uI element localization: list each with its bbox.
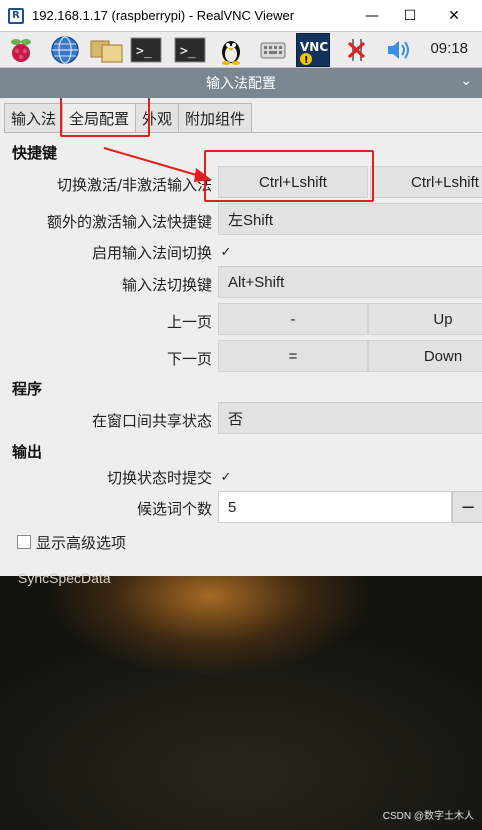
next-page-hotkey-2[interactable]: Down — [368, 340, 482, 372]
enable-im-switch-label: 启用输入法间切换 — [91, 244, 212, 262]
chevron-down-icon[interactable]: ⌄ — [460, 73, 472, 89]
desktop-text: SyncSpecData — [18, 570, 111, 586]
extra-hotkey-label: 额外的激活输入法快捷键 — [46, 213, 212, 231]
linux-penguin-icon[interactable] — [216, 35, 246, 65]
keyboard-icon[interactable] — [258, 35, 288, 65]
candidate-count-label: 候选词个数 — [136, 500, 212, 518]
vnc-title-bar: R 192.168.1.17 (raspberrypi) - RealVNC V… — [0, 0, 482, 32]
next-page-label: 下一页 — [166, 350, 212, 368]
terminal-root-icon[interactable]: >_ — [174, 35, 206, 65]
show-advanced-checkbox[interactable] — [17, 535, 31, 549]
realvnc-logo-icon: R — [8, 7, 24, 24]
show-advanced-label: 显示高级选项 — [36, 534, 127, 552]
candidate-count-decrement-button[interactable]: − — [452, 491, 482, 523]
tab-addons[interactable]: 附加组件 — [178, 103, 253, 132]
tab-input-method[interactable]: 输入法 — [4, 103, 64, 132]
im-switch-key-label: 输入法切换键 — [121, 276, 212, 294]
dialog-title-bar: 输入法配置 ⌄ — [0, 68, 482, 98]
terminal-icon[interactable]: >_ — [130, 35, 162, 65]
section-program: 程序 — [12, 380, 43, 398]
network-disconnected-icon[interactable] — [344, 35, 374, 65]
toggle-im-label: 切换激活/非激活输入法 — [56, 176, 212, 194]
prev-page-hotkey-2[interactable]: Up — [368, 303, 482, 335]
close-button[interactable]: ✕ — [432, 0, 476, 32]
share-state-select[interactable]: 否 — [218, 402, 482, 434]
raspberry-menu-icon[interactable] — [6, 35, 36, 65]
desktop-background: SyncSpecData CSDN @数字土木人 — [0, 570, 482, 830]
dialog-title: 输入法配置 — [206, 76, 276, 92]
vnc-icon-label: VNC — [300, 40, 328, 54]
share-state-label: 在窗口间共享状态 — [91, 412, 212, 430]
section-output: 输出 — [12, 443, 43, 461]
taskbar: >_ >_ VNC ! 09:18 — [0, 32, 482, 68]
toggle-im-hotkey-2[interactable]: Ctrl+Lshift — [370, 166, 482, 198]
prev-page-label: 上一页 — [166, 313, 212, 331]
im-switch-key-select[interactable]: Alt+Shift — [218, 266, 482, 298]
extra-hotkey-select[interactable]: 左Shift — [218, 203, 482, 235]
enable-im-switch-checkbox[interactable]: ✓ — [219, 245, 233, 260]
prev-page-hotkey-1[interactable]: - — [218, 303, 368, 335]
vnc-icon[interactable]: VNC ! — [296, 33, 330, 67]
watermark: CSDN @数字土木人 — [382, 811, 474, 822]
candidate-count-input[interactable]: 5 — [218, 491, 452, 523]
annotation-box-global-config — [60, 98, 150, 137]
svg-text:!: ! — [304, 55, 309, 66]
annotation-box-toggle-hotkey — [204, 150, 374, 202]
commit-on-switch-checkbox[interactable]: ✓ — [219, 470, 233, 485]
svg-text:>_: >_ — [136, 44, 152, 59]
svg-text:>_: >_ — [180, 44, 196, 59]
next-page-hotkey-1[interactable]: = — [218, 340, 368, 372]
clock[interactable]: 09:18 — [430, 40, 468, 57]
window-title: 192.168.1.17 (raspberrypi) - RealVNC Vie… — [32, 8, 295, 23]
web-browser-icon[interactable] — [50, 35, 80, 65]
input-method-config-dialog: 输入法 全局配置 外观 附加组件 快捷键 切换激活/非激活输入法 Ctrl+Ls… — [0, 98, 482, 576]
maximize-button[interactable]: ☐ — [388, 0, 432, 32]
volume-icon[interactable] — [384, 35, 414, 65]
section-hotkeys: 快捷键 — [12, 144, 58, 162]
file-manager-icon[interactable] — [90, 35, 123, 65]
commit-on-switch-label: 切换状态时提交 — [106, 469, 212, 487]
